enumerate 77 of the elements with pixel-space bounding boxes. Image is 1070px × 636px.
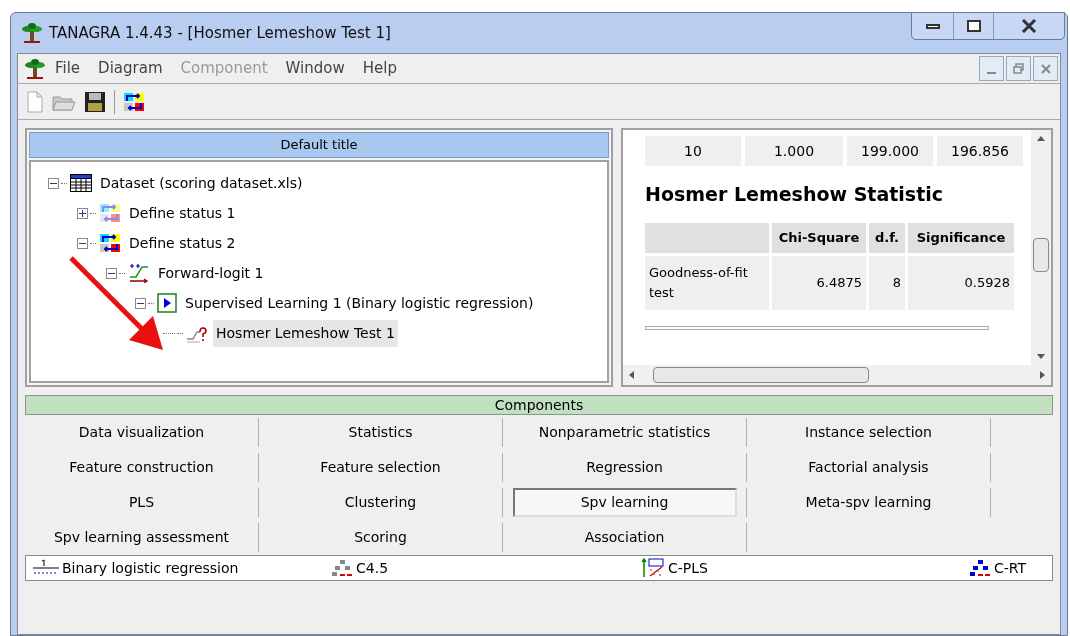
- restore-icon[interactable]: [1013, 63, 1024, 74]
- collapse-toggle[interactable]: [134, 297, 146, 309]
- algorithm-entry[interactable]: Binary logistic regression: [62, 557, 239, 579]
- window-title: TANAGRA 1.4.43 - [Hosmer Lemeshow Test 1]: [49, 22, 391, 44]
- scroll-down-arrow-icon[interactable]: [1037, 354, 1045, 359]
- collapse-toggle[interactable]: [105, 267, 117, 279]
- table-cell: 10: [645, 136, 741, 166]
- child-minimize-button[interactable]: [979, 56, 1004, 81]
- category-tab[interactable]: Data visualization: [72, 420, 211, 445]
- category-tab[interactable]: Factorial analysis: [802, 455, 935, 480]
- table-cell: 199.000: [847, 136, 933, 166]
- menu-item[interactable]: Help: [353, 57, 406, 80]
- table-icon: [70, 174, 92, 192]
- tree-node-label[interactable]: Hosmer Lemeshow Test 1: [213, 319, 398, 347]
- plus-icon: [78, 209, 86, 217]
- column-header: d.f.: [869, 222, 905, 253]
- category-tab[interactable]: Clustering: [338, 490, 423, 515]
- app-logo: [21, 22, 43, 44]
- category-tab[interactable]: PLS: [122, 490, 161, 515]
- category-tab[interactable]: Association: [578, 525, 671, 550]
- scroll-left-arrow-icon[interactable]: [629, 371, 634, 379]
- category-tab[interactable]: Feature construction: [63, 455, 220, 480]
- algorithm-entry[interactable]: C-RT: [993, 557, 1026, 579]
- category-tab[interactable]: Nonparametric statistics: [532, 420, 717, 445]
- algorithm-entry[interactable]: C-PLS: [668, 557, 708, 579]
- vertical-scrollbar[interactable]: [1031, 130, 1051, 365]
- save-icon[interactable]: [84, 90, 106, 113]
- collapse-toggle[interactable]: [47, 177, 59, 189]
- menu-item[interactable]: Diagram: [89, 57, 172, 80]
- scroll-up-arrow-icon[interactable]: [1037, 136, 1045, 141]
- category-tab[interactable]: Feature selection: [314, 455, 447, 480]
- close-icon[interactable]: [1021, 19, 1037, 33]
- scrollbar-thumb[interactable]: [653, 367, 869, 383]
- child-close-button[interactable]: [1033, 56, 1058, 81]
- horizontal-scrollbar[interactable]: [623, 365, 1051, 385]
- table-cell: 1.000: [745, 136, 843, 166]
- components-title: Components: [493, 396, 585, 414]
- play-icon: [157, 293, 177, 313]
- minimize-icon[interactable]: [925, 23, 940, 29]
- table-cell: Goodness-of-fit test: [645, 255, 769, 310]
- category-tab[interactable]: Instance selection: [799, 420, 938, 445]
- category-tab[interactable]: Spv learning assessment: [47, 525, 236, 550]
- expand-toggle[interactable]: [76, 207, 88, 219]
- tree-icon: [332, 559, 354, 577]
- status-icon: [99, 233, 121, 253]
- column-header: Chi-Square: [772, 222, 866, 253]
- tree-node-label[interactable]: Dataset (scoring dataset.xls): [97, 169, 306, 197]
- table-cell: 0.5928: [908, 255, 1014, 310]
- category-tab[interactable]: Scoring: [348, 525, 413, 550]
- tree-node-label[interactable]: Supervised Learning 1 (Binary logistic regression): [182, 289, 537, 317]
- status-icon: [123, 91, 145, 112]
- tree-node-label[interactable]: Forward-logit 1: [155, 259, 267, 287]
- status-icon: [99, 203, 121, 223]
- category-tab[interactable]: Regression: [580, 455, 669, 480]
- category-tab[interactable]: Statistics: [342, 420, 419, 445]
- diagram-title: Default title: [29, 132, 609, 158]
- chart-icon: [642, 558, 666, 578]
- fraction-icon: [32, 559, 60, 577]
- scroll-right-arrow-icon[interactable]: [1040, 371, 1045, 379]
- section-heading: Hosmer Lemeshow Statistic: [645, 182, 945, 207]
- tree-node-label[interactable]: Define status 2: [126, 229, 239, 257]
- tree-node-label[interactable]: Define status 1: [126, 199, 239, 227]
- menu-item[interactable]: Window: [276, 57, 354, 80]
- tree-icon: [969, 559, 992, 577]
- table-cell: 8: [869, 255, 905, 310]
- algorithm-entry[interactable]: C4.5: [356, 557, 389, 579]
- curve-icon: [128, 263, 150, 283]
- category-tab[interactable]: Spv learning: [512, 488, 737, 517]
- column-header: Significance: [908, 222, 1014, 253]
- menu-item[interactable]: File: [46, 57, 90, 80]
- collapse-toggle[interactable]: [76, 237, 88, 249]
- table-cell: 6.4875: [772, 255, 866, 310]
- scrollbar-thumb[interactable]: [1033, 238, 1049, 272]
- category-tab[interactable]: Meta-spv learning: [799, 490, 938, 515]
- document-logo: [24, 57, 46, 80]
- table-cell: 196.856: [937, 136, 1023, 166]
- maximize-icon[interactable]: [966, 20, 981, 32]
